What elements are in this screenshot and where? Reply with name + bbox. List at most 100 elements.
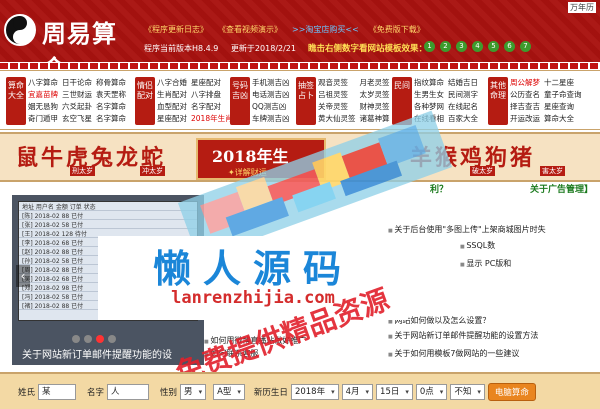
taobao-buy-link[interactable]: >>淘宝店购买<< — [292, 24, 359, 35]
free-download-link[interactable]: 《免费版下载》 — [369, 24, 425, 35]
site-logo[interactable]: 周易算命 — [4, 8, 138, 62]
nav-link[interactable]: QQ测吉凶 — [252, 101, 290, 112]
yin-yang-icon — [4, 14, 36, 46]
nav-link[interactable]: 择吉查吉 — [510, 101, 540, 112]
slider-pagination — [72, 335, 116, 343]
category-badge[interactable]: 情侣配对 — [135, 77, 155, 125]
surname-label: 姓氏 — [18, 387, 36, 398]
template-6-button[interactable]: 6 — [504, 41, 515, 52]
hour-select[interactable]: 0点 — [415, 383, 448, 400]
news-item[interactable]: SSQL数 — [460, 240, 495, 251]
nav-link[interactable]: 八字合婚 — [157, 77, 187, 88]
nav-link[interactable]: 称骨算命 — [96, 77, 126, 88]
slider-dot[interactable] — [84, 335, 92, 343]
template-7-button[interactable]: 7 — [520, 41, 531, 52]
nav-link[interactable]: 百家大全 — [448, 113, 478, 124]
nav-link[interactable]: 日干论命 — [62, 77, 92, 88]
nav-link[interactable]: 公历查名 — [510, 89, 540, 100]
news-item[interactable]: 关于网站新订单邮件提醒功能的设置方法 — [388, 330, 538, 341]
top-links: 《程序更新日志》 《查看视频演示》 >>淘宝店购买<< 《免费版下载》 — [144, 24, 425, 35]
nav-link[interactable]: 电话测吉凶 — [252, 89, 290, 100]
nav-link[interactable]: 周公解梦 — [510, 77, 540, 88]
gender-label: 性别 — [160, 387, 178, 398]
calendar-brand-link[interactable]: 万年历 — [568, 2, 596, 13]
nav-link[interactable]: 星座配对 — [157, 113, 187, 124]
update-log-link[interactable]: 《程序更新日志》 — [144, 24, 208, 35]
ad-management-link[interactable]: 关于广告管理】 — [530, 182, 593, 195]
name-input[interactable]: 人 — [107, 383, 150, 400]
news-item[interactable]: 关于如何用模板7做网站的一些建议 — [388, 348, 519, 359]
month-value: 4月 — [345, 386, 360, 397]
nav-link[interactable]: 三世财运 — [62, 89, 92, 100]
template-4-button[interactable]: 4 — [472, 41, 483, 52]
zodiac-tag: 刑太岁 — [70, 166, 95, 176]
slider-row: [陈] 2018-02 88 已付 — [19, 211, 197, 220]
nav-link[interactable]: 结婚吉日 — [448, 77, 478, 88]
site-header: 周易算命 《程序更新日志》 《查看视频演示》 >>淘宝店购买<< 《免费版下载》… — [0, 0, 600, 62]
gender-value: 男 — [184, 386, 193, 397]
slider-dot-active[interactable] — [96, 335, 104, 343]
nav-link[interactable]: 奇门遁甲 — [28, 113, 58, 124]
nav-link[interactable]: 开运改运 — [510, 113, 540, 124]
nav-link[interactable]: 玄空飞星 — [62, 113, 92, 124]
template-2-button[interactable]: 2 — [440, 41, 451, 52]
year-select[interactable]: 2018年 — [290, 383, 339, 400]
minute-select[interactable]: 不知 — [450, 383, 485, 400]
minute-value: 不知 — [454, 386, 472, 397]
template-hint: 瞧击右侧数字看网站模板效果： — [308, 44, 428, 54]
slider-dot[interactable] — [108, 335, 116, 343]
nav-link[interactable]: 在线起名 — [448, 101, 478, 112]
year-value: 2018年 — [294, 386, 326, 397]
template-1-button[interactable]: 1 — [424, 41, 435, 52]
nav-link[interactable]: 手机测吉凶 — [252, 77, 290, 88]
template-5-button[interactable]: 5 — [488, 41, 499, 52]
hour-value: 0点 — [419, 386, 434, 397]
nav-link[interactable]: 血型配对 — [157, 101, 187, 112]
nav-link[interactable]: 六爻起卦 — [62, 101, 92, 112]
category-badge[interactable]: 其他命理 — [488, 77, 508, 125]
nav-link[interactable]: 宜嘉苗牌 — [28, 89, 58, 100]
nav-link[interactable]: 算命大全 — [544, 113, 582, 124]
blood-type-value: A型 — [217, 386, 232, 397]
nav-link[interactable]: 民间测字 — [448, 89, 478, 100]
nav-link[interactable]: 名字算命 — [96, 101, 126, 112]
nav-link[interactable]: 姻无恳狗 — [28, 101, 58, 112]
gender-select[interactable]: 男 — [180, 383, 207, 400]
zodiac-tag: 破太岁 — [470, 166, 495, 176]
nav-link[interactable]: 星座查询 — [544, 101, 582, 112]
fortune-form: 姓氏 某 名字 人 性别 男 A型 新历生日 2018年 4月 15日 0点 不… — [0, 372, 600, 409]
submit-fortune-button[interactable]: 电脑算命 — [487, 382, 536, 401]
name-label: 名字 — [87, 387, 105, 398]
zodiac-tag: 冲太岁 — [140, 166, 165, 176]
news-item[interactable]: 显示 PC版和 — [460, 258, 511, 269]
slider-dot[interactable] — [72, 335, 80, 343]
day-select[interactable]: 15日 — [376, 383, 413, 400]
birthday-label: 新历生日 — [253, 387, 288, 398]
category-badge[interactable]: 号码吉凶 — [230, 77, 250, 125]
day-value: 15日 — [380, 386, 400, 397]
blood-type-select[interactable]: A型 — [213, 383, 245, 400]
slider-row: 地址 用户名 金额 订单 状态 — [19, 202, 197, 211]
slider-row: [张] 2018-02 58 已付 — [19, 220, 197, 229]
version-info: 程序当前版本H8.4.9 更新于2018/2/21 — [144, 43, 296, 54]
video-demo-link[interactable]: 《查看视频演示》 — [218, 24, 282, 35]
template-3-button[interactable]: 3 — [456, 41, 467, 52]
logo-title: 周易算命 — [42, 19, 117, 62]
category-badge[interactable]: 算命大全 — [6, 77, 26, 125]
nav-link[interactable]: 生肖配对 — [157, 89, 187, 100]
nav-link[interactable]: 观音灵签 — [318, 77, 356, 88]
zodiac-tag: 害太岁 — [540, 166, 565, 176]
slider-prev-button[interactable]: ‹ — [16, 265, 30, 287]
version-text: 程序当前版本H8.4.9 — [144, 44, 219, 53]
slider-caption[interactable]: 关于网站新订单邮件提醒功能的设 — [22, 346, 172, 361]
nav-link[interactable]: 童子命查询 — [544, 89, 582, 100]
template-selector: 1 2 3 4 5 6 7 — [424, 41, 531, 52]
update-date-text: 更新于2018/2/21 — [230, 44, 296, 53]
month-select[interactable]: 4月 — [341, 383, 374, 400]
nav-link[interactable]: 袁天罡称 — [96, 89, 126, 100]
nav-link[interactable]: 十二星座 — [544, 77, 582, 88]
nav-link[interactable]: 名字算命 — [96, 113, 126, 124]
nav-link[interactable]: 八字算命 — [28, 77, 58, 88]
surname-input[interactable]: 某 — [38, 383, 77, 400]
news-item[interactable]: 关于后台使用"多图上传"上架商城图片时失 — [388, 224, 545, 235]
